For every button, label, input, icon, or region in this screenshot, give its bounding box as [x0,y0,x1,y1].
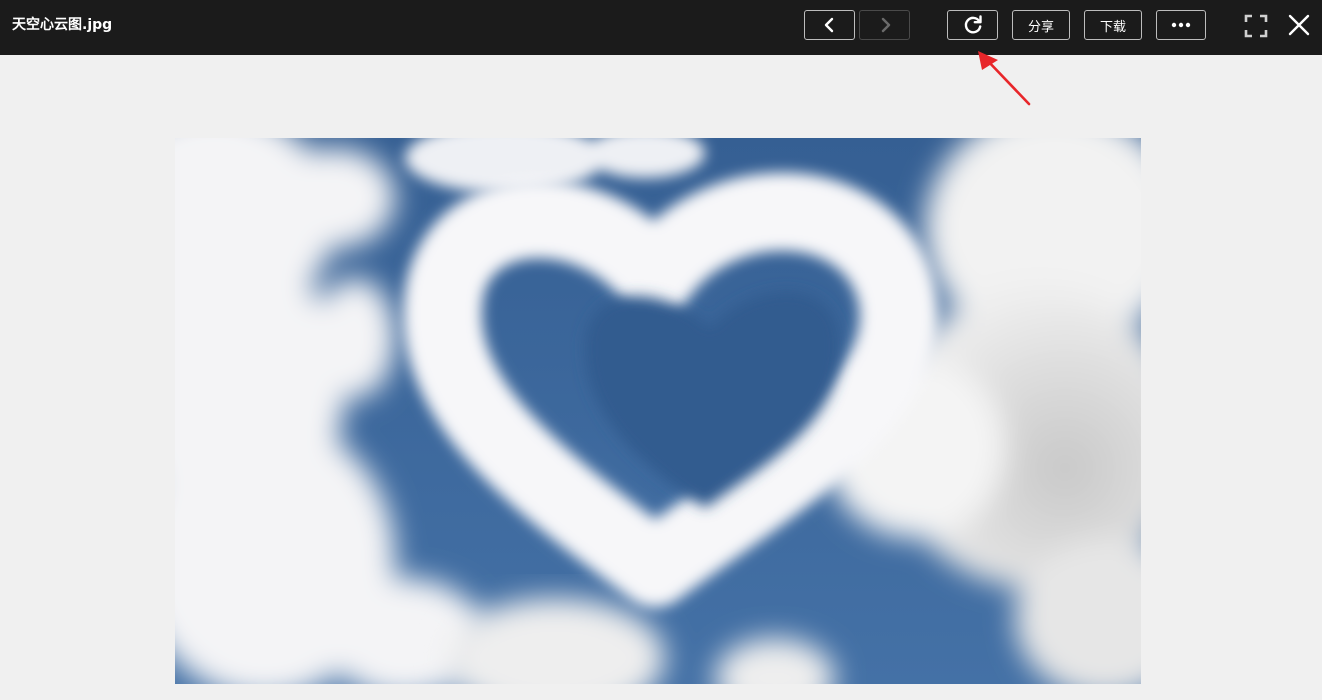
chevron-left-icon [824,17,833,33]
rotate-button[interactable] [947,10,998,40]
fullscreen-button[interactable] [1240,10,1272,42]
chevron-right-icon [881,17,890,33]
viewer-toolbar: 天空心云图.jpg 分享 下载 [0,0,1322,55]
next-image-button[interactable] [859,10,910,40]
preview-image [175,138,1141,684]
close-icon [1288,14,1310,36]
download-button[interactable]: 下载 [1084,10,1142,40]
more-horizontal-icon [1171,22,1191,28]
more-options-button[interactable] [1156,10,1206,40]
file-name-title: 天空心云图.jpg [12,17,113,33]
close-button[interactable] [1284,10,1314,40]
share-button[interactable]: 分享 [1012,10,1070,40]
fullscreen-icon [1244,14,1268,38]
previous-image-button[interactable] [804,10,855,40]
heart-cloud-sky-image [175,138,1141,684]
rotate-clockwise-icon [964,15,982,34]
